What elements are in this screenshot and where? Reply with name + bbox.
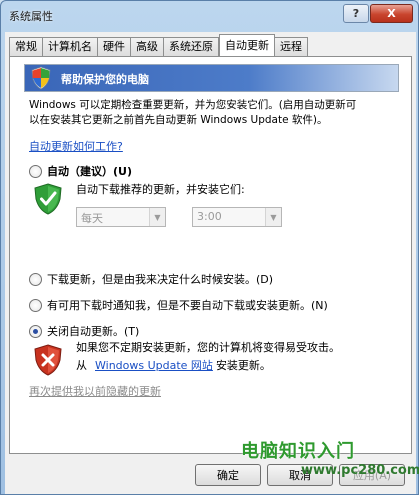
ok-button[interactable]: 确定 [195,464,261,486]
title-bar[interactable]: 系统属性 ? X [1,1,418,29]
automatic-updates-panel: 帮助保护您的电脑 Windows 可以定期检查重要更新，并为您安装它们。(启用自… [9,56,412,454]
option-download-label: 下载更新，但是由我来决定什么时候安装。(D) [47,273,274,286]
security-shield-icon [31,66,51,90]
time-select-value: 3:00 [197,210,222,223]
window-title: 系统属性 [9,10,53,23]
header-banner: 帮助保护您的电脑 [24,64,399,92]
watermark-url: www.pc280.com [301,463,419,478]
day-select: 每天 ▼ [76,207,166,227]
automatic-description: 自动下载推荐的更新，并安装它们: [76,183,245,196]
option-download[interactable]: 下载更新，但是由我来决定什么时候安装。(D) [29,271,273,287]
green-check-shield-icon [34,183,62,215]
turn-off-install-hint: 从 Windows Update 网站 安装更新。 [76,357,271,373]
tab-advanced[interactable]: 高级 [131,37,164,57]
description-line-2: 以在安装其它更新之前首先自动更新 Windows Update 软件)。 [29,114,328,126]
description-text: Windows 可以定期检查重要更新，并为您安装它们。(启用自动更新可 以在安装… [29,98,409,128]
system-properties-window: 系统属性 ? X 常规 计算机名 硬件 高级 系统还原 自动更新 远程 帮助保护… [0,0,419,495]
tab-strip: 常规 计算机名 硬件 高级 系统还原 自动更新 远程 [9,34,308,57]
help-button[interactable]: ? [343,4,369,23]
how-it-works-link[interactable]: 自动更新如何工作? [29,138,123,154]
radio-turn-off[interactable] [29,324,42,338]
tab-system-restore[interactable]: 系统还原 [164,37,219,57]
radio-download[interactable] [29,272,42,286]
radio-automatic[interactable] [29,164,42,178]
dialog-client-area: 常规 计算机名 硬件 高级 系统还原 自动更新 远程 帮助保护您的电脑 Wind… [5,32,416,494]
install-hint-suffix: 安装更新。 [215,359,271,372]
tab-remote[interactable]: 远程 [275,37,308,57]
watermark-logo: 电脑知识入门 [241,441,355,462]
tab-hardware[interactable]: 硬件 [98,37,131,57]
option-notify-label: 有可用下载时通知我，但是不要自动下载或安装更新。(N) [47,299,328,312]
close-button[interactable]: X [370,4,413,23]
radio-notify[interactable] [29,298,42,312]
option-notify[interactable]: 有可用下载时通知我，但是不要自动下载或安装更新。(N) [29,297,328,313]
install-hint-prefix: 从 [76,359,87,372]
option-automatic-label: 自动（建议）(U) [47,165,132,178]
option-automatic[interactable]: 自动（建议）(U) [29,163,132,179]
tab-general[interactable]: 常规 [9,37,43,57]
show-hidden-updates-link: 再次提供我以前隐藏的更新 [29,385,161,398]
turn-off-warning: 如果您不定期安装更新，您的计算机将变得易受攻击。 [76,341,340,354]
description-line-1: Windows 可以定期检查重要更新，并为您安装它们。(启用自动更新可 [29,99,357,111]
option-turn-off[interactable]: 关闭自动更新。(T) [29,323,139,339]
chevron-down-icon: ▼ [265,208,281,226]
chevron-down-icon: ▼ [149,208,165,226]
day-select-value: 每天 [81,212,103,225]
red-x-shield-icon [34,344,62,376]
windows-update-website-link[interactable]: Windows Update 网站 [95,357,213,373]
tab-automatic-updates[interactable]: 自动更新 [219,34,275,56]
option-turn-off-label: 关闭自动更新。(T) [47,325,140,338]
banner-title: 帮助保护您的电脑 [61,73,149,86]
time-select: 3:00 ▼ [192,207,282,227]
tab-computer-name[interactable]: 计算机名 [43,37,98,57]
